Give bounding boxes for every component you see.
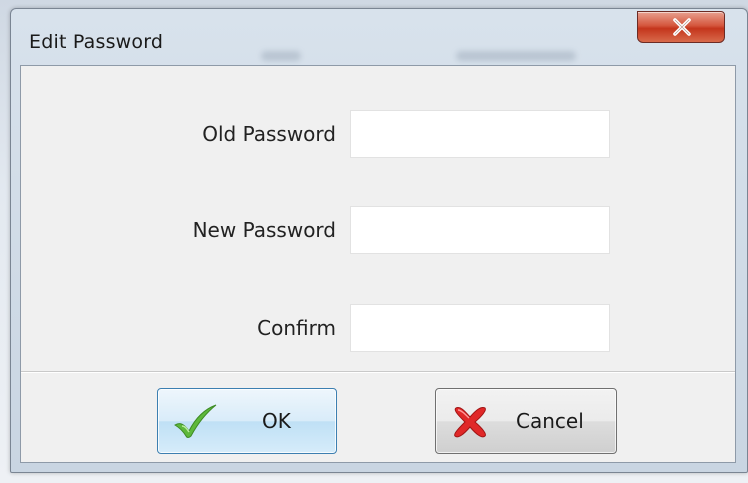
checkmark-icon	[174, 404, 217, 438]
close-x-icon	[673, 18, 691, 36]
ok-button[interactable]: OK	[157, 388, 337, 454]
confirm-password-input[interactable]	[350, 304, 610, 352]
confirm-password-label: Confirm	[257, 316, 336, 340]
close-button[interactable]	[637, 11, 725, 43]
dialog-body: Old Password New Password Confirm OK Can…	[20, 65, 736, 463]
old-password-row: Old Password	[21, 110, 735, 158]
edit-password-dialog: Edit Password Old Password New Password …	[10, 8, 748, 473]
confirm-password-row: Confirm	[21, 304, 735, 352]
title-bar[interactable]: Edit Password	[11, 9, 747, 65]
cancel-button[interactable]: Cancel	[435, 388, 617, 454]
old-password-label: Old Password	[202, 122, 336, 146]
new-password-input[interactable]	[350, 206, 610, 254]
new-password-row: New Password	[21, 206, 735, 254]
button-area-divider	[21, 371, 735, 373]
new-password-label: New Password	[192, 218, 336, 242]
red-x-icon	[454, 407, 486, 438]
ok-button-label: OK	[262, 409, 291, 433]
cancel-button-label: Cancel	[516, 409, 584, 433]
old-password-input[interactable]	[350, 110, 610, 158]
title-bar-glass-blur	[456, 51, 576, 61]
dialog-title: Edit Password	[29, 31, 164, 53]
title-bar-glass-blur	[261, 51, 301, 61]
